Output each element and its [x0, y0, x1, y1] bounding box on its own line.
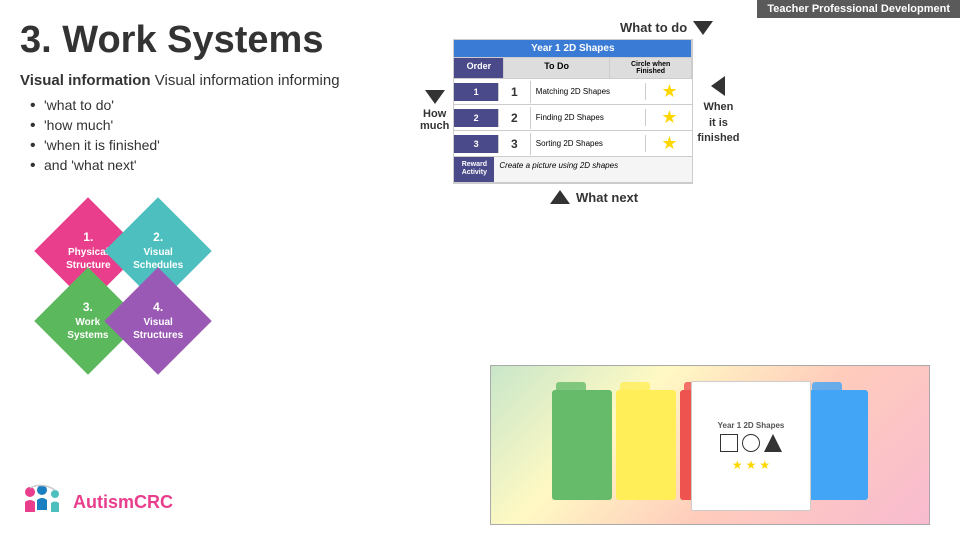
star-1: ★ [732, 458, 743, 472]
bullet-item-4: and 'what next' [30, 157, 400, 173]
folder-green [552, 390, 612, 500]
what-next-label: What next [576, 190, 638, 205]
when-finished-area: Whenit isfinished [697, 39, 739, 184]
what-next-arrow [550, 190, 570, 204]
table-header-finished: Circle whenFinished [610, 58, 692, 78]
stars-row: ★ ★ ★ [718, 458, 785, 472]
table-cell-order-1: 1 [454, 83, 499, 101]
bullet-list: 'what to do' 'how much' 'when it is fini… [30, 97, 400, 173]
what-next-area: What next [550, 190, 940, 205]
bullet-item-3: 'when it is finished' [30, 137, 400, 153]
table-row-1: 1 1 Matching 2D Shapes ★ [454, 79, 692, 105]
work-system-wrapper: Howmuch Year 1 2D Shapes Order To Do Cir… [420, 39, 940, 184]
bullet-item-1: 'what to do' [30, 97, 400, 113]
header-title: Teacher Professional Development [767, 3, 950, 15]
when-finished-label: Whenit isfinished [697, 100, 739, 146]
reward-label: RewardActivity [454, 157, 494, 182]
diamond-visual-structures: 4. VisualStructures [120, 283, 200, 363]
table-row-3: 3 3 Sorting 2D Shapes ★ [454, 131, 692, 157]
table-title: Year 1 2D Shapes [454, 40, 692, 57]
reward-desc: Create a picture using 2D shapes [494, 157, 692, 182]
shape-drawings [718, 434, 785, 452]
table-cell-desc-1: Matching 2D Shapes [531, 83, 647, 100]
work-system-table: Year 1 2D Shapes Order To Do Circle when… [453, 39, 693, 184]
circle-shape [742, 434, 760, 452]
star-icon-2: ★ [661, 107, 677, 128]
star-2: ★ [746, 458, 757, 472]
what-to-do-arrow [693, 21, 713, 35]
diamond-grid: 1. PhysicalStructure 2. VisualSchedules … [30, 193, 230, 393]
header-bar: Teacher Professional Development [757, 0, 960, 18]
table-cell-desc-2: Finding 2D Shapes [531, 109, 647, 126]
right-panel: What to do Howmuch Year 1 2D Shapes Orde… [420, 20, 940, 205]
star-cell-2: ★ [646, 105, 692, 130]
table-cell-num-1: 1 [499, 81, 531, 103]
what-to-do-label: What to do [620, 20, 687, 35]
table-cell-order-2: 2 [454, 109, 499, 127]
worksheet-title: Year 1 2D Shapes [718, 421, 785, 430]
how-much-arrow [425, 90, 445, 104]
table-cell-order-3: 3 [454, 135, 499, 153]
star-3: ★ [759, 458, 770, 472]
table-header-order: Order [454, 58, 504, 78]
star-cell-1: ★ [646, 79, 692, 104]
when-finished-arrow [711, 76, 725, 96]
visual-info-heading: Visual information Visual information in… [20, 72, 400, 89]
table-sub-header: Order To Do Circle whenFinished [454, 58, 692, 79]
table-cell-num-2: 2 [499, 107, 531, 129]
autism-crc-logo-icon [20, 480, 65, 525]
square-shape [720, 434, 738, 452]
logo-area: AutismCRC [20, 480, 173, 525]
folder-yellow [616, 390, 676, 500]
left-panel: 3. Work Systems Visual information Visua… [20, 20, 400, 393]
table-row-2: 2 2 Finding 2D Shapes ★ [454, 105, 692, 131]
photo-area: Year 1 2D Shapes ★ ★ ★ [490, 365, 930, 525]
what-to-do-area: What to do [620, 20, 940, 35]
logo-text: AutismCRC [73, 492, 173, 513]
table-cell-num-3: 3 [499, 133, 531, 155]
how-much-label: Howmuch [420, 108, 449, 132]
star-icon-1: ★ [661, 81, 677, 102]
bullet-item-2: 'how much' [30, 117, 400, 133]
star-cell-3: ★ [646, 131, 692, 156]
slide-title: 3. Work Systems [20, 20, 400, 62]
table-title-row: Year 1 2D Shapes [454, 40, 692, 58]
how-much-area: Howmuch [420, 39, 449, 184]
folder-blue [808, 390, 868, 500]
table-header-todo: To Do [504, 58, 610, 78]
worksheet-mockup: Year 1 2D Shapes ★ ★ ★ [691, 381, 811, 511]
reward-row: RewardActivity Create a picture using 2D… [454, 157, 692, 183]
star-icon-3: ★ [661, 133, 677, 154]
table-cell-desc-3: Sorting 2D Shapes [531, 135, 647, 152]
triangle-shape [764, 434, 782, 452]
